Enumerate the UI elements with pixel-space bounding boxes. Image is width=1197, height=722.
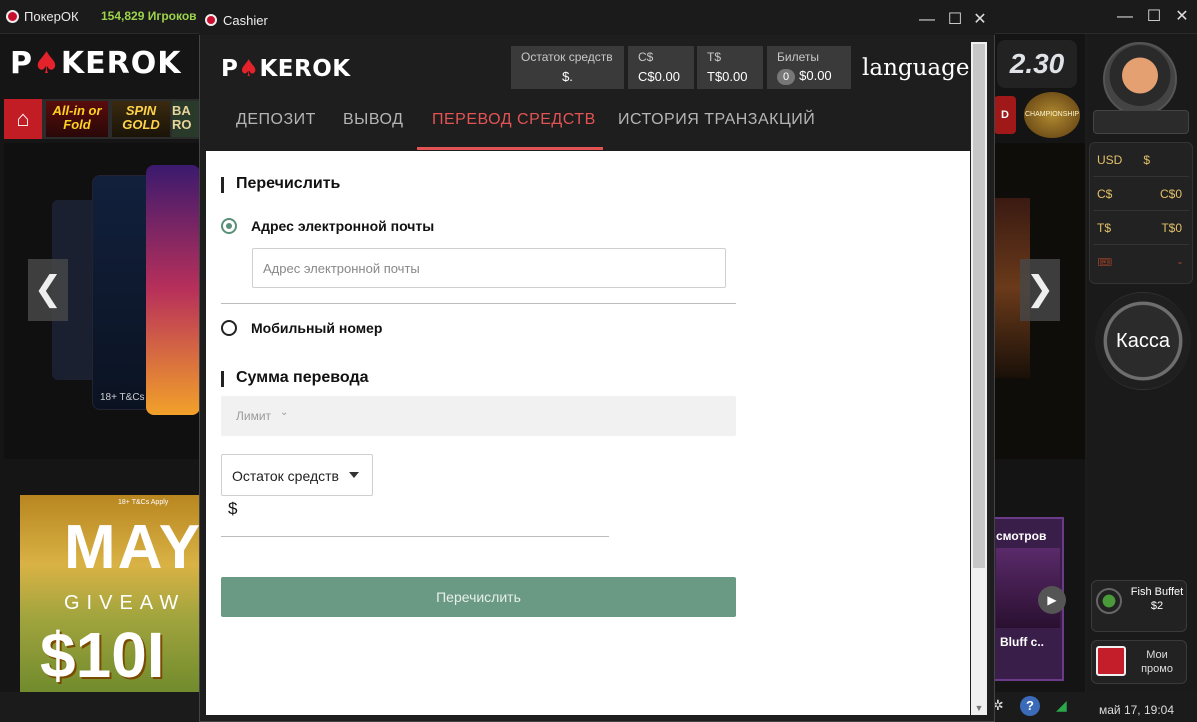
currency-symbol: $	[228, 499, 238, 518]
settings-icon[interactable]: ✲	[992, 697, 1012, 717]
balance-tdollar-label: T$	[707, 50, 722, 64]
account-value-cad: C$0	[1159, 187, 1182, 201]
divider	[221, 303, 736, 304]
stream-tile-title: смотров	[996, 529, 1047, 543]
source-dropdown-value: Остаток средств	[232, 468, 339, 484]
promo-title: MAY	[64, 513, 203, 582]
game-allin-or-fold[interactable]: All-in or Fold	[46, 101, 108, 137]
account-value-tdollar: T$0	[1161, 221, 1182, 235]
cashier-logo: P♠KEROK	[221, 56, 351, 82]
lobby-close-icon[interactable]: ✕	[1169, 4, 1195, 30]
divider	[1093, 176, 1189, 177]
lobby-logo: P♠KEROK	[10, 46, 182, 81]
radio-mobile[interactable]	[221, 320, 237, 336]
cashier-window-title: Cashier	[223, 13, 268, 28]
promo-tcs: 18+ T&Cs Apply	[118, 499, 169, 506]
clock: май 17, 19:04	[1099, 703, 1175, 717]
scrollbar-thumb[interactable]	[973, 44, 985, 568]
balance-box-tickets: Билеты 0 $0.00	[767, 46, 851, 89]
fish-buffet-label: Fish Buffet $2	[1130, 586, 1184, 612]
avatar[interactable]	[1103, 42, 1177, 116]
radio-email[interactable]	[221, 218, 237, 234]
caret-down-icon	[349, 472, 359, 478]
account-value-tickets: -	[1178, 255, 1182, 269]
chevron-down-icon: ⌄	[280, 407, 289, 418]
section-title-transfer: Перечислить	[236, 175, 341, 192]
section-marker	[221, 177, 224, 193]
championship-badge[interactable]: CHAMPIONSHIP	[1024, 92, 1080, 138]
promo-amount: $10I	[40, 619, 165, 691]
game-spin-gold[interactable]: SPIN GOLD	[112, 101, 170, 137]
transfer-submit-button[interactable]: Перечислить	[221, 577, 736, 617]
radio-mobile-label[interactable]: Мобильный номер	[251, 320, 382, 336]
game-battle-royale[interactable]: BA RO	[172, 101, 200, 137]
balance-tickets-value: 0 $0.00	[767, 68, 851, 85]
promo-subtitle: GIVEAW	[64, 592, 186, 614]
help-icon[interactable]: ?	[1020, 696, 1040, 716]
gift-icon	[1096, 646, 1126, 676]
play-icon[interactable]: ▶	[1038, 586, 1066, 614]
balance-display: 2.30	[997, 40, 1077, 88]
tab-withdraw[interactable]: ВЫВОД	[343, 111, 403, 129]
lobby-window-title: ПокерОК	[24, 9, 79, 24]
fish-buffet-icon	[1096, 588, 1122, 614]
stream-tile-name: Bluff c..	[1000, 635, 1044, 649]
balance-cad-value: C$0.00	[638, 69, 680, 84]
active-tab-indicator	[417, 147, 603, 150]
cashier-titlebar	[199, 5, 995, 35]
cashier-button-label[interactable]: Касса	[1095, 330, 1191, 353]
balance-box-label: Остаток средств	[521, 50, 613, 64]
balance-box-value: $.	[562, 69, 573, 84]
balance-box-cad: C$ C$0.00	[628, 46, 694, 89]
lobby-maximize-icon[interactable]: ☐	[1141, 4, 1167, 30]
amount-input-underline[interactable]	[221, 536, 609, 537]
section-marker	[221, 371, 224, 387]
connection-icon: ◢	[1056, 697, 1067, 713]
tickets-count-badge: 0	[777, 69, 796, 85]
account-row-tdollar: T$	[1097, 221, 1112, 235]
carousel-prev-button[interactable]: ❮	[28, 259, 68, 321]
username-field	[1093, 110, 1189, 134]
badge-d[interactable]: D	[994, 96, 1016, 134]
cashier-maximize-icon[interactable]: ☐	[942, 8, 968, 32]
divider	[1093, 210, 1189, 211]
cashier-close-icon[interactable]: ✕	[967, 8, 993, 32]
pokerok-app-icon	[6, 10, 19, 23]
language-selector[interactable]: language	[862, 55, 969, 81]
radio-email-label[interactable]: Адрес электронной почты	[251, 218, 434, 234]
lobby-minimize-icon[interactable]: —	[1112, 4, 1138, 30]
cashier-minimize-icon[interactable]: —	[914, 8, 940, 32]
cashier-app-icon	[205, 14, 217, 26]
my-promos-label: Мои промо	[1141, 649, 1173, 675]
divider	[1093, 244, 1189, 245]
players-online-count: 154,829 Игроков о	[101, 9, 208, 23]
carousel-card[interactable]	[146, 165, 200, 415]
limit-label: Лимит	[236, 409, 272, 423]
balance-box-main: Остаток средств $.	[511, 46, 624, 89]
balance-cad-label: C$	[638, 50, 654, 64]
tab-transaction-history[interactable]: ИСТОРИЯ ТРАНЗАКЦИЙ	[618, 111, 815, 129]
carousel-next-button[interactable]: ❯	[1020, 259, 1060, 321]
home-button[interactable]: ⌂	[4, 99, 42, 139]
balance-tdollar-value: T$0.00	[707, 69, 748, 84]
account-value-usd: $	[1143, 153, 1150, 167]
ticket-icon: 🎟	[1097, 255, 1113, 269]
email-input[interactable]	[252, 248, 726, 288]
balance-box-tdollar: T$ T$0.00	[697, 46, 763, 89]
balance-tickets-label: Билеты	[777, 50, 819, 64]
tab-deposit[interactable]: ДЕПОЗИТ	[236, 111, 316, 129]
carousel-tcs: 18+ T&Cs	[100, 392, 145, 403]
limit-toggle[interactable]	[221, 396, 736, 436]
section-title-amount: Сумма перевода	[236, 369, 369, 386]
tab-transfer[interactable]: ПЕРЕВОД СРЕДСТВ	[432, 111, 596, 129]
account-row-cad: C$	[1097, 187, 1113, 201]
scroll-down-icon[interactable]: ▼	[971, 703, 987, 715]
